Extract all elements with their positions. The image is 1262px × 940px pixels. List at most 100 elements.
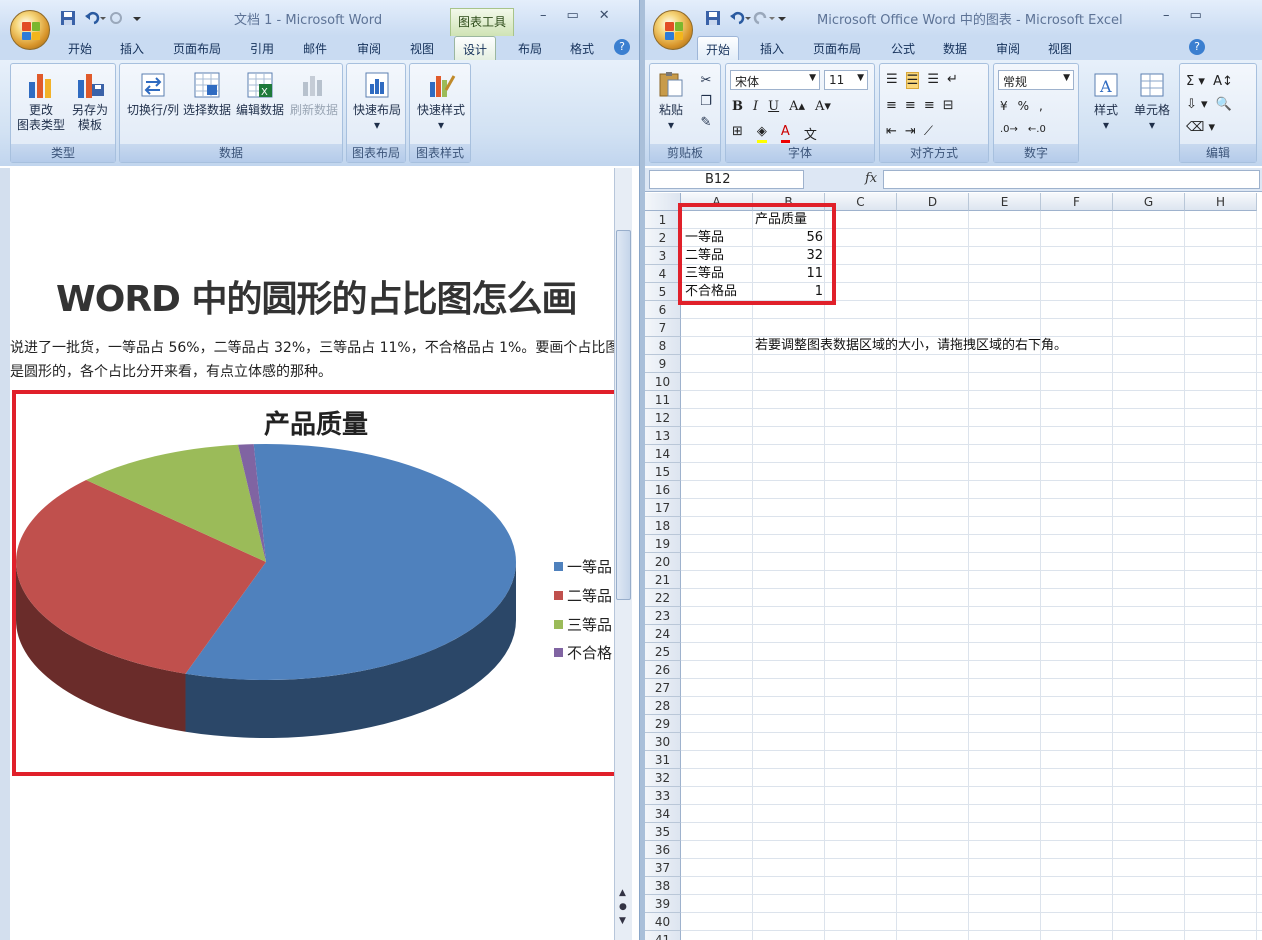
tab-home[interactable]: 开始 [68,40,92,57]
maximize-icon[interactable]: ▭ [1190,8,1202,23]
change-chart-type-button[interactable]: 更改 图表类型 [17,70,65,133]
orientation-icon[interactable]: ⟋ [924,124,933,139]
tab-insert[interactable]: 插入 [120,40,144,57]
italic-icon[interactable]: I [753,99,758,114]
customize-qat-icon[interactable] [777,10,787,26]
copy-icon[interactable]: ❐ [700,94,712,109]
percent-icon[interactable]: % [1018,99,1029,113]
align-center-icon[interactable]: ≡ [905,98,916,113]
document-area[interactable]: WORD 中的圆形的占比图怎么画 说进了一批货，一等品占 56%，二等品占 32… [0,168,639,940]
word-ribbon-tabs: 开始 插入 页面布局 引用 邮件 审阅 视图 设计 布局 格式 ? [0,36,639,61]
tab-mailings[interactable]: 邮件 [303,40,327,57]
tab-home[interactable]: 开始 [697,36,740,61]
redo-icon[interactable] [108,10,124,26]
quick-layout-icon [365,72,389,98]
excel-office-button[interactable] [653,10,693,50]
undo-icon[interactable] [84,10,106,26]
grow-font-icon[interactable]: A▴ [789,99,805,114]
help-icon[interactable]: ? [614,39,630,55]
name-box[interactable]: B12 [649,170,804,189]
redo-icon[interactable] [753,10,775,26]
align-left-icon[interactable]: ≡ [886,98,897,113]
scroll-nav-icons[interactable]: ▲ ● ▼ [619,886,627,928]
tab-insert[interactable]: 插入 [760,40,784,57]
decrease-indent-icon[interactable]: ⇤ [886,124,897,139]
tab-view[interactable]: 视图 [410,40,434,57]
page-left-edge [0,168,10,940]
refresh-data-button[interactable]: 刷新数据 [288,70,340,118]
office-button[interactable] [10,10,50,50]
borders-icon[interactable]: ⊞ [732,124,743,143]
customize-qat-icon[interactable] [132,10,142,26]
tab-formulas[interactable]: 公式 [891,40,915,57]
shrink-font-icon[interactable]: A▾ [815,99,831,114]
formula-input[interactable] [883,170,1260,189]
tab-design[interactable]: 设计 [454,36,497,61]
underline-icon[interactable]: U [768,99,779,114]
bold-icon[interactable]: B [732,99,743,114]
scrollbar-thumb[interactable] [616,230,631,600]
undo-icon[interactable] [729,10,751,26]
cell-b8[interactable]: 若要调整图表数据区域的大小，请拖拽区域的右下角。 [755,337,1067,355]
autosum-icon[interactable]: Σ ▾ [1186,74,1205,89]
maximize-icon[interactable]: ▭ [567,8,579,23]
excel-ribbon-tabs: 开始 插入 页面布局 公式 数据 审阅 视图 ? [645,36,1262,61]
select-data-button[interactable]: 选择数据 [182,70,232,118]
number-format-select[interactable]: 常规 ▼ [998,70,1074,90]
group-label-type: 类型 [11,144,115,162]
vertical-scrollbar[interactable]: ▲ ● ▼ [614,168,632,940]
tab-references[interactable]: 引用 [250,40,274,57]
cells-button[interactable]: 单元格 ▾ [1129,70,1175,133]
tab-review[interactable]: 审阅 [357,40,381,57]
embedded-chart[interactable]: 产品质量 一等品 二等品 三等品 不合格 [12,390,618,776]
increase-decimal-icon[interactable]: .0→ [1000,124,1018,135]
clear-icon[interactable]: ⌫ ▾ [1186,120,1215,135]
font-color-icon[interactable]: A [780,124,790,143]
currency-icon[interactable]: ¥ [1000,99,1008,113]
column-gridline [752,211,753,940]
font-size-select[interactable]: 11 ▼ [824,70,868,90]
edit-data-button[interactable]: X 编辑数据 [234,70,286,118]
paste-button[interactable]: 粘贴 ▾ [654,70,688,133]
decrease-decimal-icon[interactable]: ←.0 [1028,124,1046,135]
styles-button[interactable]: A 样式 ▾ [1083,70,1129,133]
align-middle-icon[interactable]: ☰ [905,72,920,89]
tab-format[interactable]: 格式 [570,40,594,57]
spreadsheet-grid[interactable]: ABCDEFGH 1 2 3 4 5 6 7 8 9 10 11 12 13 14 15 16 17 18 19 20… [645,193,1262,940]
align-bottom-icon[interactable]: ☰ [927,72,939,89]
switch-row-column-button[interactable]: 切换行/列 [124,70,182,118]
clipboard-small-buttons[interactable]: ✂ ❐ ✎ [696,70,716,133]
tab-data[interactable]: 数据 [943,40,967,57]
cut-icon[interactable]: ✂ [701,73,712,88]
tab-layout[interactable]: 布局 [518,40,542,57]
column-gridline [1112,211,1113,940]
font-name-select[interactable]: 宋体 ▼ [730,70,820,90]
format-painter-icon[interactable]: ✎ [701,115,712,130]
minimize-icon[interactable]: – [1163,8,1170,23]
sort-filter-icon[interactable]: A↕ [1213,74,1233,89]
save-as-template-button[interactable]: 另存为 模板 [67,70,113,133]
tab-review[interactable]: 审阅 [996,40,1020,57]
minimize-icon[interactable]: – [540,8,547,23]
fill-color-icon[interactable]: ◈ [756,124,767,143]
find-select-icon[interactable]: 🔍 [1216,97,1232,112]
comma-icon[interactable]: , [1039,99,1043,113]
save-icon[interactable] [60,10,76,26]
help-icon[interactable]: ? [1189,39,1205,55]
merge-center-icon[interactable]: ⊟ [943,98,954,113]
close-icon[interactable]: ✕ [599,8,610,23]
quick-layout-button[interactable]: 快速布局 ▾ [349,70,405,133]
tab-view[interactable]: 视图 [1048,40,1072,57]
align-right-icon[interactable]: ≡ [924,98,935,113]
increase-indent-icon[interactable]: ⇥ [905,124,916,139]
tab-page-layout[interactable]: 页面布局 [173,40,221,57]
save-icon[interactable] [705,10,721,26]
quick-style-button[interactable]: 快速样式 ▾ [413,70,469,133]
phonetic-icon[interactable]: 文 [804,124,817,143]
select-data-icon [194,72,220,98]
tab-page-layout[interactable]: 页面布局 [813,40,861,57]
align-top-icon[interactable]: ☰ [886,72,898,89]
insert-function-icon[interactable]: fx [865,171,877,186]
fill-icon[interactable]: ⇩ ▾ [1186,97,1208,112]
wrap-text-icon[interactable]: ↵ [947,72,958,89]
